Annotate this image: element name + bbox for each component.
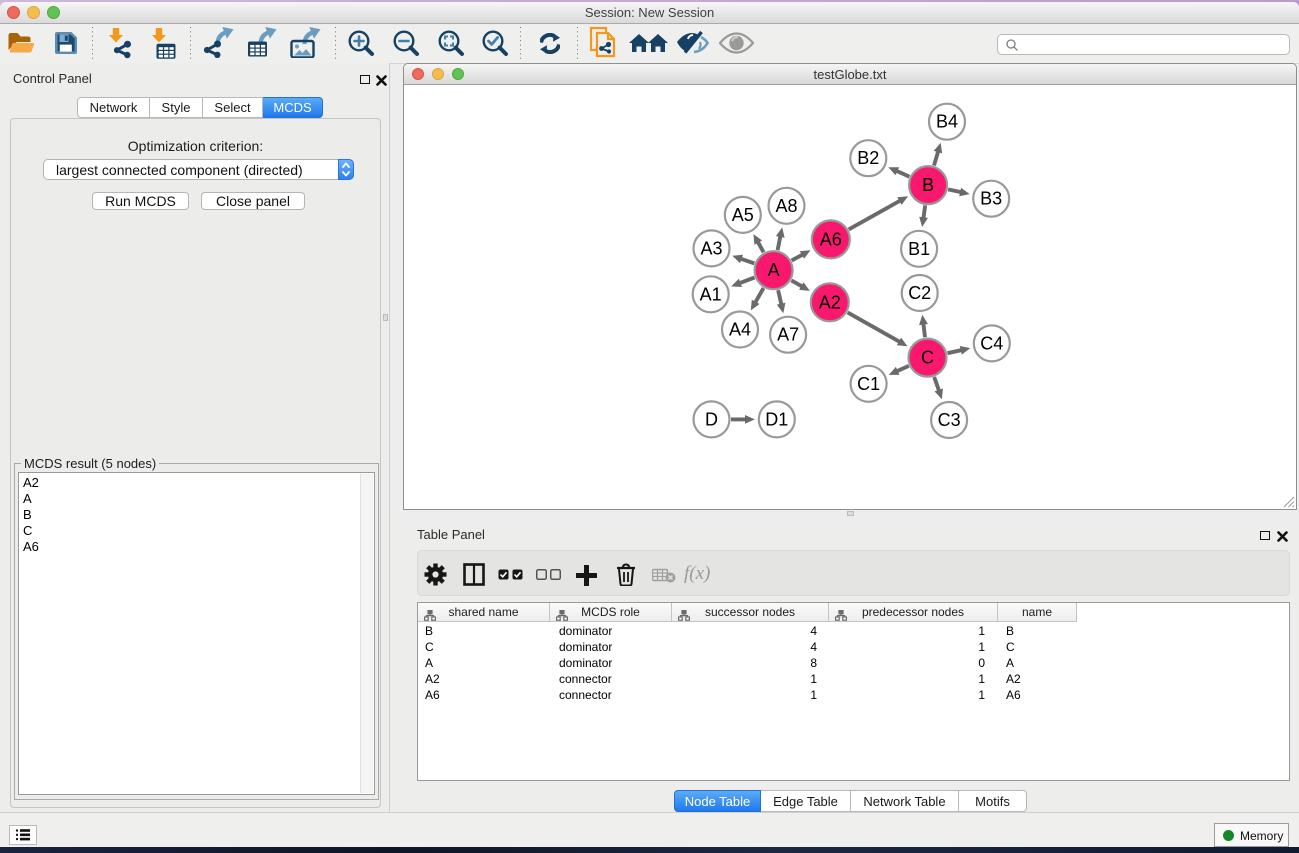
- svg-text:C: C: [921, 348, 934, 368]
- svg-text:A1: A1: [700, 284, 722, 304]
- svg-text:A6: A6: [820, 229, 842, 249]
- svg-text:A3: A3: [700, 238, 722, 258]
- svg-text:A5: A5: [732, 205, 754, 225]
- svg-text:B3: B3: [980, 189, 1002, 209]
- svg-text:B2: B2: [857, 148, 879, 168]
- svg-text:A2: A2: [819, 292, 841, 312]
- svg-text:C1: C1: [857, 374, 880, 394]
- svg-text:B1: B1: [908, 239, 930, 259]
- svg-text:A: A: [768, 260, 780, 280]
- svg-text:A7: A7: [777, 325, 799, 345]
- svg-text:D: D: [705, 409, 718, 429]
- svg-text:A4: A4: [729, 320, 751, 340]
- svg-text:C4: C4: [980, 333, 1003, 353]
- svg-text:C3: C3: [938, 410, 961, 430]
- svg-text:C2: C2: [908, 283, 931, 303]
- svg-text:B4: B4: [936, 112, 958, 132]
- svg-text:A8: A8: [775, 196, 797, 216]
- svg-text:B: B: [922, 175, 934, 195]
- svg-text:D1: D1: [765, 409, 788, 429]
